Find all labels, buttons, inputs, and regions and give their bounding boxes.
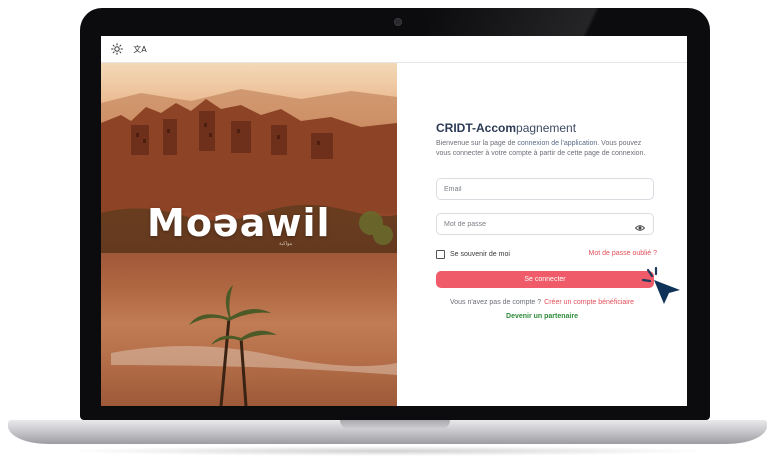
translate-glyph: 文A [133,44,147,54]
partner-link[interactable]: Devenir un partenaire [397,313,687,320]
app-logo: Moǝawil [147,201,331,245]
login-button[interactable]: Se connecter [436,271,654,288]
email-input[interactable] [444,185,624,193]
description-highlight: connexion de l'application [517,140,598,147]
remember-checkbox[interactable] [436,250,445,259]
webcam [394,18,402,26]
translate-icon[interactable]: 文A [133,42,147,56]
description-pre: Bienvenue sur la page de [436,140,518,147]
remember-label: Se souvenir de moi [450,251,510,258]
eye-icon[interactable] [634,220,646,231]
laptop-shadow [60,446,715,456]
hero-photo: Moǝawil مواكبة [101,63,397,406]
app-logo-sub: مواكبة [279,241,293,247]
password-field[interactable] [436,213,654,235]
forgot-password-link[interactable]: Mot de passe oublié ? [589,250,658,257]
create-account-link[interactable]: Créer un compte bénéficiaire [544,299,634,306]
page-description: Bienvenue sur la page de connexion de l'… [436,139,656,159]
login-panel: CRIDT-Accompagnement Bienvenue sur la pa… [397,63,687,406]
remember-me[interactable]: Se souvenir de moi [436,250,510,259]
top-toolbar: 文A [101,36,687,63]
pointer-icon [641,266,680,304]
sun-icon[interactable] [110,42,124,56]
password-input[interactable] [444,220,624,228]
title-accent: pagnement [516,121,577,135]
screen: 文A Moǝawil مواكبة CRIDT-Accompagnement B… [101,36,687,406]
title-main: CRIDT-Accom [436,121,517,135]
page-title: CRIDT-Accompagnement [436,121,576,135]
laptop-notch [340,420,450,429]
email-field[interactable] [436,178,654,200]
no-account-text: Vous n'avez pas de compte ? [449,299,542,306]
